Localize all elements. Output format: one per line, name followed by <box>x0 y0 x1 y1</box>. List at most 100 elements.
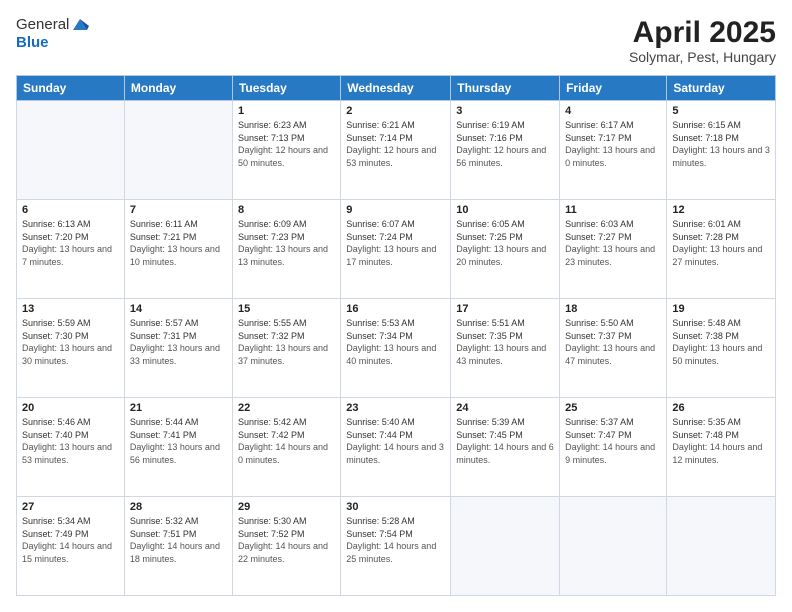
table-row: 25 Sunrise: 5:37 AM Sunset: 7:47 PM Dayl… <box>560 398 667 497</box>
table-row: 21 Sunrise: 5:44 AM Sunset: 7:41 PM Dayl… <box>124 398 232 497</box>
day-info: Sunrise: 5:59 AM Sunset: 7:30 PM Dayligh… <box>22 317 119 367</box>
sunrise-text: Sunrise: 5:32 AM <box>130 516 199 526</box>
day-number: 26 <box>672 402 770 414</box>
day-info: Sunrise: 5:51 AM Sunset: 7:35 PM Dayligh… <box>456 317 554 367</box>
sunset-text: Sunset: 7:17 PM <box>565 133 632 143</box>
sunset-text: Sunset: 7:37 PM <box>565 331 632 341</box>
sunrise-text: Sunrise: 5:46 AM <box>22 417 91 427</box>
sunrise-text: Sunrise: 6:07 AM <box>346 219 415 229</box>
sunset-text: Sunset: 7:44 PM <box>346 430 413 440</box>
day-number: 25 <box>565 402 661 414</box>
sunset-text: Sunset: 7:13 PM <box>238 133 305 143</box>
day-number: 4 <box>565 105 661 117</box>
calendar-header-row: Sunday Monday Tuesday Wednesday Thursday… <box>17 76 776 101</box>
day-number: 1 <box>238 105 335 117</box>
day-info: Sunrise: 5:34 AM Sunset: 7:49 PM Dayligh… <box>22 515 119 565</box>
day-info: Sunrise: 5:48 AM Sunset: 7:38 PM Dayligh… <box>672 317 770 367</box>
sunset-text: Sunset: 7:32 PM <box>238 331 305 341</box>
daylight-text: Daylight: 13 hours and 0 minutes. <box>565 145 655 168</box>
daylight-text: Daylight: 12 hours and 53 minutes. <box>346 145 436 168</box>
sunrise-text: Sunrise: 5:44 AM <box>130 417 199 427</box>
day-info: Sunrise: 5:35 AM Sunset: 7:48 PM Dayligh… <box>672 416 770 466</box>
title-block: April 2025 Solymar, Pest, Hungary <box>629 16 776 65</box>
sunrise-text: Sunrise: 6:03 AM <box>565 219 634 229</box>
table-row <box>667 497 776 596</box>
table-row: 16 Sunrise: 5:53 AM Sunset: 7:34 PM Dayl… <box>341 299 451 398</box>
day-number: 11 <box>565 204 661 216</box>
day-number: 17 <box>456 303 554 315</box>
table-row <box>124 101 232 200</box>
daylight-text: Daylight: 13 hours and 47 minutes. <box>565 343 655 366</box>
sunrise-text: Sunrise: 6:19 AM <box>456 120 525 130</box>
sunset-text: Sunset: 7:25 PM <box>456 232 523 242</box>
sunrise-text: Sunrise: 6:13 AM <box>22 219 91 229</box>
daylight-text: Daylight: 14 hours and 6 minutes. <box>456 442 554 465</box>
table-row: 18 Sunrise: 5:50 AM Sunset: 7:37 PM Dayl… <box>560 299 667 398</box>
table-row: 10 Sunrise: 6:05 AM Sunset: 7:25 PM Dayl… <box>451 200 560 299</box>
sunrise-text: Sunrise: 5:30 AM <box>238 516 307 526</box>
sunrise-text: Sunrise: 5:51 AM <box>456 318 525 328</box>
day-number: 9 <box>346 204 445 216</box>
sunset-text: Sunset: 7:42 PM <box>238 430 305 440</box>
day-info: Sunrise: 5:57 AM Sunset: 7:31 PM Dayligh… <box>130 317 227 367</box>
sunset-text: Sunset: 7:35 PM <box>456 331 523 341</box>
day-number: 3 <box>456 105 554 117</box>
daylight-text: Daylight: 12 hours and 50 minutes. <box>238 145 328 168</box>
table-row: 2 Sunrise: 6:21 AM Sunset: 7:14 PM Dayli… <box>341 101 451 200</box>
table-row: 24 Sunrise: 5:39 AM Sunset: 7:45 PM Dayl… <box>451 398 560 497</box>
sunrise-text: Sunrise: 5:28 AM <box>346 516 415 526</box>
day-info: Sunrise: 5:32 AM Sunset: 7:51 PM Dayligh… <box>130 515 227 565</box>
calendar-week-row: 20 Sunrise: 5:46 AM Sunset: 7:40 PM Dayl… <box>17 398 776 497</box>
day-info: Sunrise: 6:11 AM Sunset: 7:21 PM Dayligh… <box>130 218 227 268</box>
col-sunday: Sunday <box>17 76 125 101</box>
day-info: Sunrise: 5:30 AM Sunset: 7:52 PM Dayligh… <box>238 515 335 565</box>
table-row: 12 Sunrise: 6:01 AM Sunset: 7:28 PM Dayl… <box>667 200 776 299</box>
sunset-text: Sunset: 7:38 PM <box>672 331 739 341</box>
day-info: Sunrise: 6:05 AM Sunset: 7:25 PM Dayligh… <box>456 218 554 268</box>
day-info: Sunrise: 6:23 AM Sunset: 7:13 PM Dayligh… <box>238 119 335 169</box>
day-info: Sunrise: 6:13 AM Sunset: 7:20 PM Dayligh… <box>22 218 119 268</box>
table-row: 27 Sunrise: 5:34 AM Sunset: 7:49 PM Dayl… <box>17 497 125 596</box>
daylight-text: Daylight: 13 hours and 56 minutes. <box>130 442 220 465</box>
table-row: 5 Sunrise: 6:15 AM Sunset: 7:18 PM Dayli… <box>667 101 776 200</box>
day-info: Sunrise: 5:46 AM Sunset: 7:40 PM Dayligh… <box>22 416 119 466</box>
table-row <box>17 101 125 200</box>
sunrise-text: Sunrise: 5:53 AM <box>346 318 415 328</box>
day-number: 30 <box>346 501 445 513</box>
daylight-text: Daylight: 13 hours and 23 minutes. <box>565 244 655 267</box>
daylight-text: Daylight: 13 hours and 10 minutes. <box>130 244 220 267</box>
sunrise-text: Sunrise: 5:48 AM <box>672 318 741 328</box>
daylight-text: Daylight: 13 hours and 50 minutes. <box>672 343 762 366</box>
table-row: 15 Sunrise: 5:55 AM Sunset: 7:32 PM Dayl… <box>232 299 340 398</box>
daylight-text: Daylight: 14 hours and 12 minutes. <box>672 442 762 465</box>
calendar-week-row: 13 Sunrise: 5:59 AM Sunset: 7:30 PM Dayl… <box>17 299 776 398</box>
day-info: Sunrise: 5:28 AM Sunset: 7:54 PM Dayligh… <box>346 515 445 565</box>
calendar-week-row: 6 Sunrise: 6:13 AM Sunset: 7:20 PM Dayli… <box>17 200 776 299</box>
day-number: 7 <box>130 204 227 216</box>
daylight-text: Daylight: 14 hours and 15 minutes. <box>22 541 112 564</box>
daylight-text: Daylight: 14 hours and 0 minutes. <box>238 442 328 465</box>
logo-general: General <box>16 16 69 33</box>
day-info: Sunrise: 6:17 AM Sunset: 7:17 PM Dayligh… <box>565 119 661 169</box>
calendar-table: Sunday Monday Tuesday Wednesday Thursday… <box>16 75 776 596</box>
table-row: 22 Sunrise: 5:42 AM Sunset: 7:42 PM Dayl… <box>232 398 340 497</box>
sunset-text: Sunset: 7:40 PM <box>22 430 89 440</box>
sunrise-text: Sunrise: 5:55 AM <box>238 318 307 328</box>
table-row: 17 Sunrise: 5:51 AM Sunset: 7:35 PM Dayl… <box>451 299 560 398</box>
month-title: April 2025 <box>629 16 776 49</box>
day-info: Sunrise: 6:15 AM Sunset: 7:18 PM Dayligh… <box>672 119 770 169</box>
sunrise-text: Sunrise: 6:21 AM <box>346 120 415 130</box>
sunset-text: Sunset: 7:18 PM <box>672 133 739 143</box>
daylight-text: Daylight: 14 hours and 25 minutes. <box>346 541 436 564</box>
header: General Blue April 2025 Solymar, Pest, H… <box>16 16 776 65</box>
sunset-text: Sunset: 7:41 PM <box>130 430 197 440</box>
day-info: Sunrise: 5:44 AM Sunset: 7:41 PM Dayligh… <box>130 416 227 466</box>
table-row: 13 Sunrise: 5:59 AM Sunset: 7:30 PM Dayl… <box>17 299 125 398</box>
sunset-text: Sunset: 7:24 PM <box>346 232 413 242</box>
sunset-text: Sunset: 7:48 PM <box>672 430 739 440</box>
daylight-text: Daylight: 13 hours and 20 minutes. <box>456 244 546 267</box>
sunset-text: Sunset: 7:20 PM <box>22 232 89 242</box>
day-number: 8 <box>238 204 335 216</box>
table-row: 30 Sunrise: 5:28 AM Sunset: 7:54 PM Dayl… <box>341 497 451 596</box>
day-number: 23 <box>346 402 445 414</box>
